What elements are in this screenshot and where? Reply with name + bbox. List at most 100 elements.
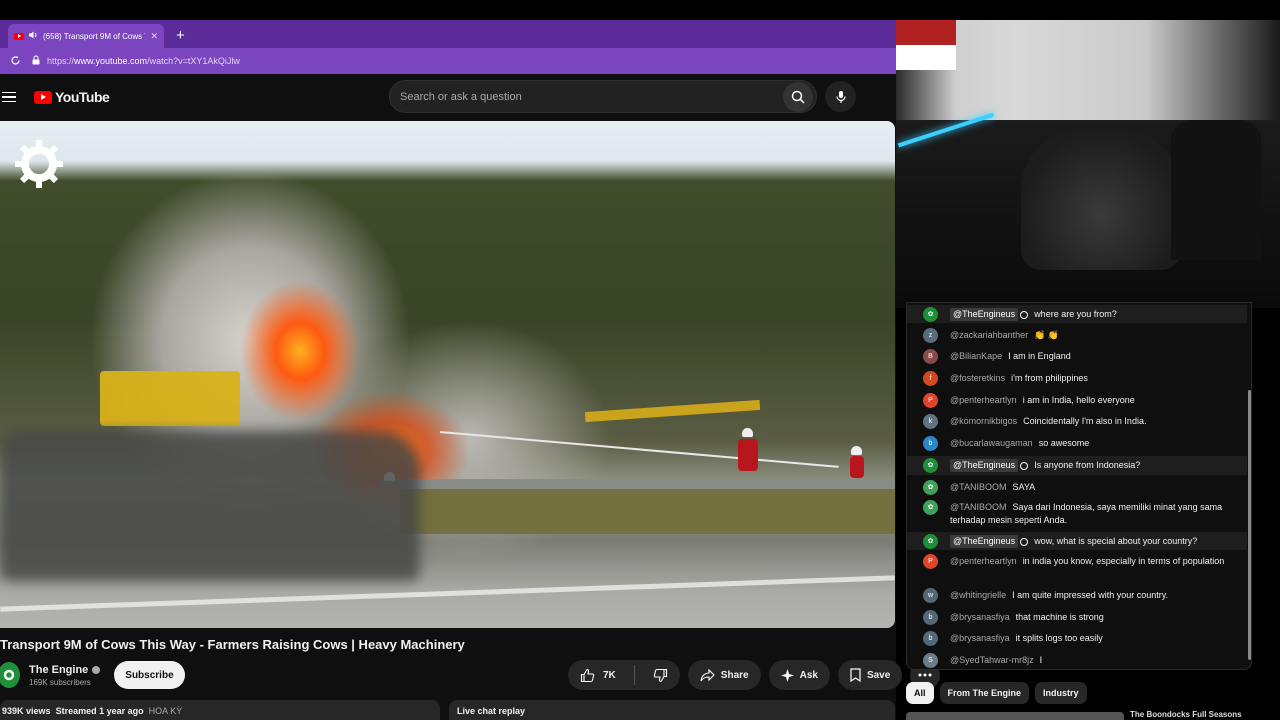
webcam-person — [1021, 130, 1181, 270]
chat-message-body: @brysanasfiya that machine is strong — [950, 611, 1240, 624]
subscribe-button[interactable]: Subscribe — [114, 661, 185, 689]
url-display[interactable]: https://www.youtube.com/watch?v=tXY1AkQi… — [31, 55, 240, 67]
bookmark-icon — [850, 668, 861, 682]
share-button[interactable]: Share — [687, 660, 761, 690]
speaker-icon[interactable] — [29, 31, 38, 41]
ask-button[interactable]: Ask — [768, 660, 830, 690]
chat-message: ✿ @TheEngineus where are you from? — [907, 305, 1247, 323]
chat-avatar[interactable]: z — [923, 328, 938, 343]
chat-author[interactable]: @TANIBOOM — [950, 482, 1006, 492]
browser-tab[interactable]: (658) Transport 9M of Cows Th ✕ — [8, 24, 164, 48]
chip-industry[interactable]: Industry — [1035, 682, 1087, 704]
chat-author[interactable]: @BilianKape — [950, 351, 1002, 361]
chat-message-body: @TANIBOOM SAYA — [950, 481, 1240, 494]
chat-author[interactable]: @brysanasfiya — [950, 633, 1010, 643]
chat-author[interactable]: @fosteretkins — [950, 373, 1005, 383]
chat-text: where are you from? — [1034, 309, 1117, 319]
chat-author[interactable]: @zackariahbanther — [950, 330, 1028, 340]
chat-author[interactable]: @TheEngineus — [950, 308, 1019, 321]
url-host: www.youtube.com — [74, 56, 148, 66]
chat-avatar[interactable]: w — [923, 588, 938, 603]
chat-text: that machine is strong — [1015, 612, 1104, 622]
chat-avatar[interactable]: ✿ — [923, 307, 938, 322]
chat-message: B @BilianKape I am in England — [907, 347, 1247, 365]
search-icon — [791, 90, 805, 104]
youtube-logo[interactable]: YouTube — [34, 89, 110, 105]
chat-avatar[interactable]: B — [923, 349, 938, 364]
youtube-logo-text: YouTube — [55, 89, 110, 105]
chat-message-body: @TheEngineus Is anyone from Indonesia? — [950, 459, 1240, 472]
dislike-button[interactable] — [641, 660, 680, 690]
chat-avatar[interactable]: f — [923, 371, 938, 386]
chat-message: P @penterheartlyn in india you know, espec… — [907, 552, 1247, 582]
youtube-favicon-icon — [14, 32, 24, 40]
live-chat-replay-header[interactable]: Live chat replay — [449, 700, 895, 720]
thumbs-down-icon — [653, 668, 667, 682]
chat-author[interactable]: @brysanasfiya — [950, 612, 1010, 622]
chat-avatar[interactable]: ✿ — [923, 480, 938, 495]
sparkle-icon — [780, 668, 794, 682]
chat-author[interactable]: @bucarlawaugaman — [950, 438, 1033, 448]
chat-author[interactable]: @TANIBOOM — [950, 502, 1006, 512]
chat-message-body: @BilianKape I am in England — [950, 350, 1240, 363]
owner-verified-icon — [1020, 537, 1029, 546]
like-dislike-group: 7K — [568, 660, 680, 690]
description-box[interactable]: 939K views Streamed 1 year ago HOA KỲ — [0, 700, 440, 720]
new-tab-icon[interactable]: + — [176, 27, 185, 44]
chat-message-body: @fosteretkins i'm from philippines — [950, 372, 1240, 385]
chat-avatar[interactable]: P — [923, 554, 938, 569]
chat-author[interactable]: @penterheartlyn — [950, 395, 1017, 405]
chat-message: S @SyedTahwar-mr8jz I — [907, 651, 1247, 669]
close-tab-icon[interactable]: ✕ — [150, 31, 158, 42]
chat-avatar[interactable]: ✿ — [923, 458, 938, 473]
menu-icon[interactable] — [2, 91, 16, 103]
chat-author[interactable]: @whitingrielle — [950, 590, 1006, 600]
chat-avatar[interactable]: b — [923, 631, 938, 646]
search-button[interactable] — [783, 81, 813, 112]
chat-author[interactable]: @SyedTahwar-mr8jz — [950, 655, 1034, 665]
chip-from-the-engine[interactable]: From The Engine — [939, 682, 1030, 704]
thumbs-up-icon — [580, 668, 595, 682]
chat-author[interactable]: @TheEngineus — [950, 535, 1019, 548]
recommended-title[interactable]: The Boondocks Full Seasons — [1130, 710, 1242, 719]
chat-author[interactable]: @TheEngineus — [950, 459, 1019, 472]
site-info-icon[interactable] — [31, 55, 41, 67]
like-divider — [633, 665, 635, 685]
chat-message: f @fosteretkins i'm from philippines — [907, 369, 1247, 387]
video-scene-water-jet — [439, 431, 839, 468]
stream-date: Streamed 1 year ago — [55, 706, 144, 716]
channel-name-row[interactable]: The Engine — [29, 664, 101, 676]
reload-icon[interactable] — [10, 55, 21, 68]
voice-search-button[interactable] — [825, 81, 856, 112]
location-tag[interactable]: HOA KỲ — [149, 706, 183, 716]
recommended-video[interactable]: The Boondocks Full Seasons — [906, 710, 1252, 720]
chat-scrollbar[interactable] — [1248, 390, 1251, 660]
chat-message-body: @komornikbigos Coincidentally I'm also in… — [950, 415, 1240, 428]
chat-author[interactable]: @komornikbigos — [950, 416, 1017, 426]
chat-message-body: @penterheartlyn i am in India, hello ever… — [950, 394, 1240, 407]
webcam-overlay — [896, 20, 1280, 308]
chat-author[interactable]: @penterheartlyn — [950, 556, 1017, 566]
address-bar[interactable]: https://www.youtube.com/watch?v=tXY1AkQi… — [0, 48, 896, 74]
screen-top-bar — [0, 0, 1280, 20]
chip-all[interactable]: All — [906, 682, 934, 704]
video-scene-truck — [100, 371, 240, 426]
video-player[interactable] — [0, 121, 895, 628]
chat-avatar[interactable]: S — [923, 653, 938, 668]
chat-avatar[interactable]: ✿ — [923, 500, 938, 515]
chat-avatar[interactable]: b — [923, 610, 938, 625]
save-button[interactable]: Save — [837, 660, 903, 690]
channel-name[interactable]: The Engine — [29, 664, 88, 676]
chat-avatar[interactable]: b — [923, 436, 938, 451]
channel-avatar[interactable] — [0, 662, 20, 688]
channel-info: The Engine 169K subscribers — [29, 664, 101, 687]
like-button[interactable]: 7K — [568, 660, 628, 690]
chat-message-body: @TheEngineus where are you from? — [950, 308, 1240, 321]
chat-avatar[interactable]: ✿ — [923, 534, 938, 549]
chat-avatar[interactable]: P — [923, 393, 938, 408]
search-input[interactable] — [390, 81, 783, 112]
chat-message-body: @SyedTahwar-mr8jz I — [950, 654, 1240, 667]
recommended-thumbnail[interactable] — [906, 712, 1124, 720]
chat-text: I — [1039, 655, 1043, 665]
chat-avatar[interactable]: k — [923, 414, 938, 429]
